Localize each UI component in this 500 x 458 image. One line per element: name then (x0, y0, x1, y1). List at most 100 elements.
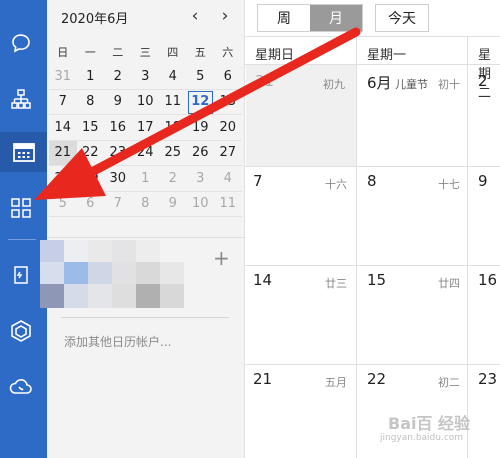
document-icon[interactable] (6, 260, 36, 290)
mini-day[interactable]: 3 (186, 166, 214, 192)
mini-day[interactable]: 11 (214, 192, 242, 217)
mini-day[interactable]: 2 (159, 166, 187, 192)
month-view-button[interactable]: 月 (310, 5, 362, 31)
row-line (245, 265, 500, 266)
mini-day[interactable]: 19 (186, 115, 214, 141)
mini-day[interactable]: 3 (131, 64, 159, 90)
lunar-date: 十七 (438, 178, 460, 191)
day-number[interactable]: 6月 (367, 72, 392, 93)
day-number[interactable]: 23 (478, 370, 497, 388)
add-account-link[interactable]: 添加其他日历帐户... (64, 333, 171, 350)
mini-day[interactable]: 18 (159, 115, 187, 141)
mini-day[interactable]: 8 (76, 90, 104, 115)
week-row: 28 29 30 1 2 3 4 (49, 166, 242, 192)
row-line (245, 364, 500, 365)
lunar-date: 廿四 (438, 277, 460, 290)
baidu-watermark: Bai百 经验 (388, 414, 471, 433)
lunar-date: 初二 (438, 376, 460, 389)
day-number[interactable]: 16 (478, 271, 497, 289)
hexagon-app-icon[interactable] (6, 316, 36, 346)
mini-day[interactable]: 30 (104, 166, 132, 192)
week-view-button[interactable]: 周 (258, 5, 310, 31)
mini-day[interactable]: 7 (104, 192, 132, 217)
lunar-date: 初十 (438, 78, 460, 91)
weekday-header: 星期一 (367, 48, 407, 63)
mini-day[interactable]: 1 (131, 166, 159, 192)
mini-day[interactable]: 16 (104, 115, 132, 141)
today-button[interactable]: 今天 (375, 4, 429, 32)
lunar-date: 十六 (325, 178, 347, 191)
rail-separator (8, 239, 36, 240)
mini-day[interactable]: 1 (76, 64, 104, 90)
mini-day[interactable]: 2 (104, 64, 132, 90)
mini-day[interactable]: 8 (131, 192, 159, 217)
day-number[interactable]: 14 (253, 271, 272, 289)
mini-day[interactable]: 23 (104, 141, 132, 166)
mini-day[interactable]: 25 (159, 141, 187, 166)
day-number[interactable]: 8 (367, 172, 377, 190)
day-number[interactable]: 21 (253, 370, 272, 388)
apps-grid-icon[interactable] (6, 193, 36, 223)
mini-day[interactable]: 24 (131, 141, 159, 166)
mini-day[interactable]: 4 (159, 64, 187, 90)
watermark-url: jingyan.baidu.com (380, 433, 464, 443)
mini-day[interactable]: 27 (214, 141, 242, 166)
panel-divider (47, 237, 244, 238)
mini-calendar-panel: 2020年6月 ‹ › 日 一 二 三 四 五 六 31 1 2 3 4 5 6… (47, 0, 244, 458)
day-number[interactable]: 9 (478, 172, 488, 190)
mini-day[interactable]: 6 (76, 192, 104, 217)
mini-day[interactable]: 11 (159, 90, 187, 115)
weekday-label: 三 (139, 46, 151, 59)
weekday-label: 日 (57, 46, 69, 59)
redacted-account-list (40, 240, 190, 308)
mini-day[interactable]: 10 (131, 90, 159, 115)
weekday-label: 二 (112, 46, 124, 59)
mini-day[interactable]: 26 (186, 141, 214, 166)
mini-day[interactable]: 5 (186, 64, 214, 90)
mini-day[interactable]: 20 (214, 115, 242, 141)
mini-day[interactable]: 9 (159, 192, 187, 217)
day-number[interactable]: 2 (478, 72, 488, 90)
mini-day-today[interactable]: 12 (186, 90, 214, 115)
mini-day[interactable]: 22 (76, 141, 104, 166)
mini-day[interactable]: 15 (76, 115, 104, 141)
mini-day[interactable]: 17 (131, 115, 159, 141)
day-number[interactable]: 22 (367, 370, 386, 388)
add-calendar-button[interactable]: + (213, 246, 230, 270)
mini-day[interactable]: 9 (104, 90, 132, 115)
day-number[interactable]: 15 (367, 271, 386, 289)
column-line (467, 36, 468, 458)
row-line (245, 166, 500, 167)
weekday-label: 五 (194, 46, 206, 59)
column-line (356, 36, 357, 458)
prev-month-button[interactable]: ‹ (183, 4, 207, 28)
mini-calendar-title: 2020年6月 (61, 12, 129, 27)
cloud-phone-icon[interactable] (6, 371, 36, 401)
account-divider (61, 317, 229, 318)
week-row: 21 22 23 24 25 26 27 (49, 140, 242, 166)
mini-day[interactable]: 5 (49, 192, 77, 217)
mini-day[interactable]: 14 (49, 115, 77, 141)
weekday-label: 一 (84, 46, 96, 59)
calendar-icon[interactable] (0, 132, 47, 172)
next-month-button[interactable]: › (213, 4, 237, 28)
org-chart-icon[interactable] (6, 84, 36, 114)
mini-day[interactable]: 10 (186, 192, 214, 217)
header-line (245, 36, 500, 37)
mini-day[interactable]: 29 (76, 166, 104, 192)
mini-calendar-grid: 日 一 二 三 四 五 六 31 1 2 3 4 5 6 7 8 9 10 11… (49, 40, 242, 217)
mini-day[interactable]: 6 (214, 64, 242, 90)
mini-day[interactable]: 21 (49, 140, 77, 166)
week-row: 7 8 9 10 11 12 13 (49, 90, 242, 115)
chat-icon[interactable] (6, 28, 36, 58)
day-number[interactable]: 7 (253, 172, 263, 190)
mini-day[interactable]: 28 (49, 166, 77, 192)
weekday-label: 六 (222, 46, 234, 59)
mini-day[interactable]: 4 (214, 166, 242, 192)
mini-day[interactable]: 7 (49, 90, 77, 115)
mini-day[interactable]: 13 (214, 90, 242, 115)
day-number[interactable]: 31 (255, 72, 274, 90)
week-row: 5 6 7 8 9 10 11 (49, 192, 242, 217)
weekday-header-row: 日 一 二 三 四 五 六 (49, 40, 242, 64)
mini-day[interactable]: 31 (49, 64, 77, 90)
